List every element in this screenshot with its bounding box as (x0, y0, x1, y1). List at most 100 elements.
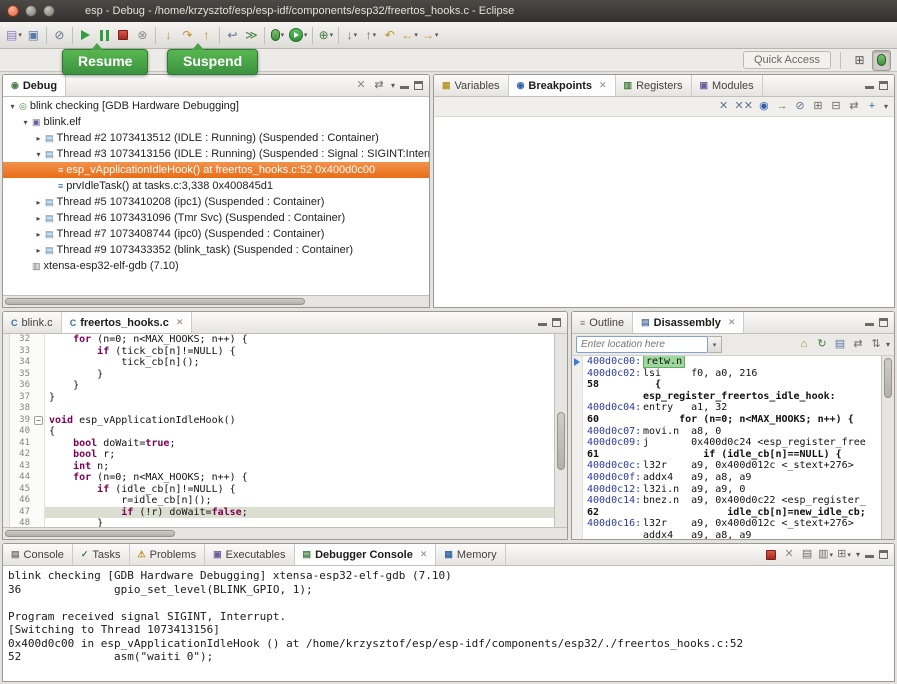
scrollbar-thumb[interactable] (557, 412, 565, 470)
external-tools-button[interactable]: ⊕▾ (316, 25, 335, 46)
code-line[interactable]: 43 int n; (3, 461, 554, 473)
tab-breakpoints[interactable]: ◉Breakpoints✕ (509, 75, 616, 96)
minimize-window-button[interactable] (25, 5, 37, 17)
tree-collapsed-arrow-icon[interactable]: ▸ (33, 230, 44, 239)
tree-expanded-arrow-icon[interactable]: ▾ (33, 150, 44, 159)
debug-tree-item[interactable]: ▸▤Thread #2 1073413512 (IDLE : Running) … (3, 130, 429, 146)
fold-gutter[interactable] (33, 461, 45, 473)
link-with-editor-button[interactable]: ⇄ (372, 80, 386, 91)
disassembly-line[interactable]: 400d0c04:entry a1, 32 (572, 402, 881, 414)
debug-tree-item[interactable]: ≡prvIdleTask() at tasks.c:3,338 0x400845… (3, 178, 429, 194)
code-line[interactable]: 37} (3, 392, 554, 404)
editor-marker-gutter[interactable] (3, 495, 10, 507)
step-into-button[interactable]: ↓ (159, 25, 178, 46)
scrollbar-thumb[interactable] (884, 358, 892, 398)
tree-collapsed-arrow-icon[interactable]: ▸ (33, 134, 44, 143)
expand-all-button[interactable]: ⊞ (811, 101, 825, 112)
disassembly-listing[interactable]: 400d0c00:retw.n400d0c02:lsi f0, a0, 2165… (572, 356, 881, 539)
new-button[interactable]: ▤▾ (4, 25, 24, 46)
disassembly-line[interactable]: 62 idle_cb[n]=new_idle_cb; (572, 507, 881, 519)
disassembly-line[interactable]: 60 for (n=0; n<MAX_HOOKS; n++) { (572, 414, 881, 426)
editor-marker-gutter[interactable] (3, 392, 10, 404)
editor-marker-gutter[interactable] (3, 484, 10, 496)
editor-marker-gutter[interactable] (3, 507, 10, 519)
close-button[interactable] (7, 5, 19, 17)
code-line[interactable]: 45 if (idle_cb[n]!=NULL) { (3, 484, 554, 496)
fold-gutter[interactable]: − (33, 415, 45, 427)
fold-gutter[interactable] (33, 334, 45, 346)
code-area[interactable]: 32 for (n=0; n<MAX_HOOKS; n++) {33 if (t… (3, 334, 554, 527)
tab-freertos-hooks-c[interactable]: Cfreertos_hooks.c✕ (62, 312, 193, 333)
fold-gutter[interactable] (33, 426, 45, 438)
save-button[interactable]: ▣ (24, 25, 43, 46)
editor-marker-gutter[interactable] (3, 461, 10, 473)
code-line[interactable]: 36 } (3, 380, 554, 392)
maximize-view-button[interactable] (552, 318, 561, 327)
disassembly-line[interactable]: addx4 a9, a8, a9 (572, 530, 881, 539)
editor-marker-gutter[interactable] (3, 415, 10, 427)
debug-tree-item[interactable]: ▸▤Thread #5 1073410208 (ipc1) (Suspended… (3, 194, 429, 210)
tab-tasks[interactable]: ✓Tasks (73, 544, 130, 565)
disassembly-line[interactable]: 400d0c0f:addx4 a9, a8, a9 (572, 472, 881, 484)
code-line[interactable]: 41 bool doWait=true; (3, 438, 554, 450)
tree-expanded-arrow-icon[interactable]: ▾ (7, 102, 18, 111)
view-menu-icon[interactable]: ▾ (884, 102, 888, 111)
fold-gutter[interactable] (33, 518, 45, 527)
editor-marker-gutter[interactable] (3, 357, 10, 369)
editor-marker-gutter[interactable] (3, 426, 10, 438)
disassembly-line[interactable]: 400d0c00:retw.n (572, 356, 881, 368)
code-line[interactable]: 39−void esp_vApplicationIdleHook() (3, 415, 554, 427)
location-combo-arrow-icon[interactable]: ▾ (708, 336, 722, 353)
debug-tree-item[interactable]: ▸▤Thread #6 1073431096 (Tmr Svc) (Suspen… (3, 210, 429, 226)
view-menu-icon[interactable]: ▾ (391, 81, 395, 90)
tab-registers[interactable]: ▥Registers (616, 75, 692, 96)
disassembly-line[interactable]: 400d0c12:l32i.n a9, a9, 0 (572, 484, 881, 496)
fold-gutter[interactable] (33, 484, 45, 496)
previous-annotation-button[interactable]: ↑▾ (361, 25, 380, 46)
forward-button[interactable]: →▾ (420, 25, 441, 46)
close-icon[interactable]: ✕ (728, 317, 736, 328)
remove-all-terminated-button[interactable]: ✕ (354, 80, 368, 91)
close-icon[interactable]: ✕ (599, 80, 607, 91)
close-icon[interactable]: ✕ (420, 549, 428, 560)
fold-gutter[interactable] (33, 472, 45, 484)
debug-tree-item[interactable]: ▾▣blink.elf (3, 114, 429, 130)
code-line[interactable]: 35 } (3, 369, 554, 381)
close-icon[interactable]: ✕ (176, 317, 184, 328)
debug-tree-item[interactable]: ▾▤Thread #3 1073413156 (IDLE : Running) … (3, 146, 429, 162)
fold-gutter[interactable] (33, 495, 45, 507)
editor-marker-gutter[interactable] (3, 472, 10, 484)
fold-gutter[interactable] (33, 392, 45, 404)
tab-debugger-console[interactable]: ▤Debugger Console✕ (295, 544, 437, 565)
instruction-stepping-button[interactable]: ≫ (242, 25, 261, 46)
open-console-button[interactable]: ⊞▾ (837, 549, 851, 560)
debug-tree-item[interactable]: ▾◎blink checking [GDB Hardware Debugging… (3, 98, 429, 114)
maximize-view-button[interactable] (879, 81, 888, 90)
disassembly-line[interactable]: 61 if (idle_cb[n]==NULL) { (572, 449, 881, 461)
collapse-all-button[interactable]: ⊟ (829, 101, 843, 112)
code-line[interactable]: 46 r=idle_cb[n](); (3, 495, 554, 507)
disassembly-line[interactable]: 400d0c09:j 0x400d0c24 <esp_register_free (572, 437, 881, 449)
disassembly-line[interactable]: 400d0c0c:l32r a9, 0x400d012c <_stext+276… (572, 460, 881, 472)
breakpoints-list[interactable] (434, 117, 894, 307)
view-menu-icon[interactable]: ▾ (886, 340, 890, 349)
terminate-console-button[interactable] (764, 550, 778, 560)
maximize-view-button[interactable] (879, 318, 888, 327)
tab-outline[interactable]: ≡Outline (572, 312, 633, 333)
editor-marker-gutter[interactable] (3, 369, 10, 381)
maximize-view-button[interactable] (879, 550, 888, 559)
editor-horizontal-scrollbar[interactable] (3, 527, 567, 539)
fold-gutter[interactable] (33, 403, 45, 415)
tab-memory[interactable]: ▦Memory (436, 544, 505, 565)
disassembly-line[interactable]: 58 { (572, 379, 881, 391)
last-edit-location-button[interactable]: ↶ (380, 25, 399, 46)
editor-marker-gutter[interactable] (3, 438, 10, 450)
back-button[interactable]: ←▾ (399, 25, 420, 46)
debug-perspective-button[interactable] (872, 50, 891, 71)
fold-gutter[interactable] (33, 357, 45, 369)
disassembly-line[interactable]: 400d0c16:l32r a9, 0x400d012c <_stext+276… (572, 518, 881, 530)
editor-marker-gutter[interactable] (3, 449, 10, 461)
tree-collapsed-arrow-icon[interactable]: ▸ (33, 246, 44, 255)
code-line[interactable]: 34 tick_cb[n](); (3, 357, 554, 369)
sync-with-active-debug-context-button[interactable]: ⇅ (869, 339, 883, 350)
